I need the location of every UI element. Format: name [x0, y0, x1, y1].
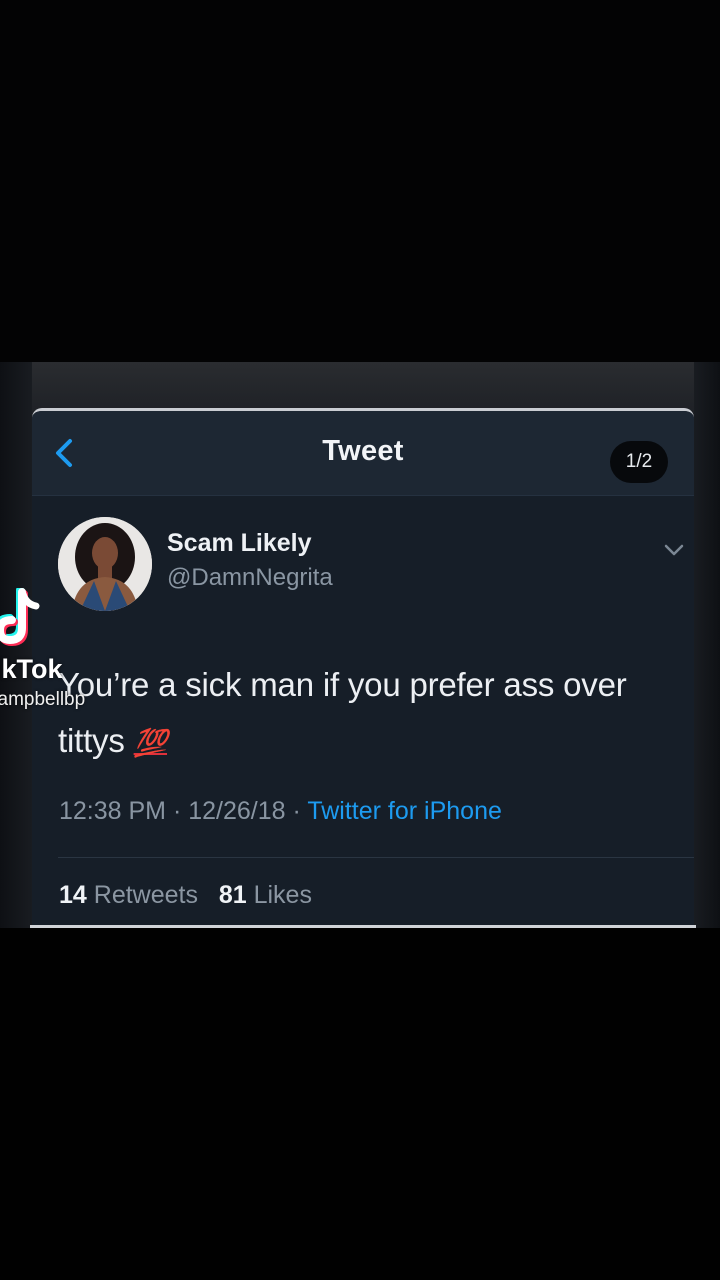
- retweets-label: Retweets: [93, 881, 198, 909]
- tweet-text: You’re a sick man if you prefer ass over…: [58, 657, 688, 771]
- hundred-points-icon: 💯: [133, 728, 168, 758]
- likes-stat[interactable]: 81 Likes: [219, 881, 312, 909]
- avatar[interactable]: [58, 517, 152, 611]
- tweet-date: 12/26/18: [188, 797, 286, 825]
- tweet-options-button[interactable]: [662, 541, 686, 559]
- likes-count: 81: [218, 881, 247, 909]
- tweet-stats: 14 Retweets 81 Likes: [59, 881, 312, 910]
- frame-edge-right: [694, 362, 720, 928]
- retweets-count: 14: [59, 881, 87, 909]
- tweet-time: 12:38 PM: [59, 797, 167, 825]
- tweet-screen: Tweet 1/2 Scam Likely @DamnNegrita You’r…: [32, 408, 694, 929]
- top-letterbox: [0, 0, 720, 362]
- page-indicator-badge: 1/2: [610, 441, 668, 483]
- watermark-brand: TikTok: [0, 654, 63, 684]
- user-handle[interactable]: @DamnNegrita: [167, 564, 333, 592]
- tweet-timestamp: 12:38 PM · 12/26/18 · Twitter for iPhone: [59, 797, 502, 826]
- tiktok-logo-icon: [0, 588, 40, 647]
- display-name[interactable]: Scam Likely: [167, 529, 312, 558]
- bottom-letterbox: [0, 928, 720, 1280]
- separator: ·: [172, 797, 189, 825]
- tweet-source-link[interactable]: Twitter for iPhone: [307, 797, 502, 825]
- likes-label: Likes: [253, 881, 312, 909]
- chevron-down-icon: [664, 544, 684, 556]
- watermark-username: campbellbp: [0, 689, 86, 710]
- divider: [58, 857, 694, 858]
- navigation-bar: Tweet 1/2: [32, 411, 694, 496]
- profile-photo: [58, 517, 152, 611]
- retweets-stat[interactable]: 14 Retweets: [59, 881, 198, 909]
- page-title: Tweet: [322, 435, 404, 467]
- separator: ·: [292, 797, 308, 825]
